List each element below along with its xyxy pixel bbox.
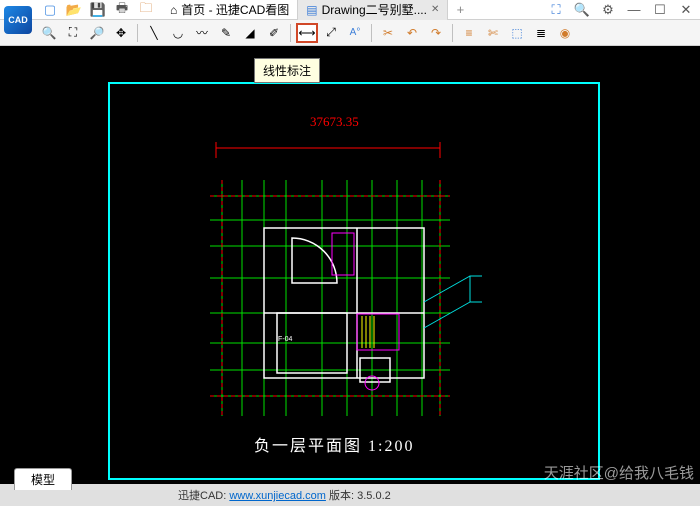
folder-icon[interactable]: 🗀: [138, 2, 154, 18]
watermark: 天涯社区@给我八毛钱: [544, 462, 694, 483]
drawing-canvas[interactable]: 37673.35: [0, 46, 700, 484]
status-text: 迅捷CAD: www.xunjiecad.com 版本: 3.5.0.2: [178, 487, 391, 503]
separator: [137, 24, 138, 42]
status-version: 版本: 3.5.0.2: [326, 490, 391, 502]
svg-text:F-04: F-04: [278, 336, 293, 343]
separator: [452, 24, 453, 42]
undo-icon[interactable]: ↶: [401, 23, 423, 43]
curve-icon[interactable]: 〰: [191, 23, 213, 43]
add-tab-icon[interactable]: +: [452, 2, 468, 18]
redo-icon[interactable]: ↷: [425, 23, 447, 43]
circle-icon[interactable]: ◉: [554, 23, 576, 43]
list-icon[interactable]: ≣: [530, 23, 552, 43]
tab-label: Drawing二号别墅....: [322, 1, 427, 18]
minimize-icon[interactable]: —: [624, 2, 644, 18]
tab-home[interactable]: ⌂ 首页 - 迅捷CAD看图: [162, 0, 298, 20]
trim-icon[interactable]: ✂: [377, 23, 399, 43]
window-controls: ⛶ 🔍 ⚙ — ☐ ✕: [546, 2, 696, 18]
search-icon[interactable]: 🔍: [572, 2, 592, 18]
tooltip: 线性标注: [254, 58, 320, 83]
open-file-icon[interactable]: 📂: [66, 2, 82, 18]
annotation-icon[interactable]: A°: [344, 23, 366, 43]
model-tab[interactable]: 模型: [14, 468, 72, 490]
close-icon[interactable]: ✕: [431, 4, 439, 15]
separator: [290, 24, 291, 42]
dim-linear-icon[interactable]: ⟷: [296, 23, 318, 43]
zoom-in-icon[interactable]: 🔍: [38, 23, 60, 43]
box-icon[interactable]: ⬚: [506, 23, 528, 43]
gear-icon[interactable]: ⚙: [598, 2, 618, 18]
zoom-fit-icon[interactable]: ⛶: [62, 23, 84, 43]
doc-icon: ▤: [306, 3, 317, 17]
eraser-icon[interactable]: ◢: [239, 23, 261, 43]
titlebar-quick-icons: ▢ 📂 💾 🖶 🗀: [42, 2, 154, 18]
dim-align-icon[interactable]: ⤢: [320, 23, 342, 43]
tab-bar: ⌂ 首页 - 迅捷CAD看图 ▤ Drawing二号别墅.... ✕ +: [162, 0, 468, 20]
tab-drawing[interactable]: ▤ Drawing二号别墅.... ✕: [298, 0, 448, 20]
dimension-value: 37673.35: [310, 114, 359, 130]
pan-icon[interactable]: ✥: [110, 23, 132, 43]
titlebar: ▢ 📂 💾 🖶 🗀 ⌂ 首页 - 迅捷CAD看图 ▤ Drawing二号别墅..…: [0, 0, 700, 20]
expand-icon[interactable]: ⛶: [546, 2, 566, 18]
close-window-icon[interactable]: ✕: [676, 2, 696, 18]
new-file-icon[interactable]: ▢: [42, 2, 58, 18]
save-icon[interactable]: 💾: [90, 2, 106, 18]
toolbar: 🔍 ⛶ 🔎 ✥ ╲ ◡ 〰 ✎ ◢ ✐ ⟷ ⤢ A° ✂ ↶ ↷ ≡ ✄ ⬚ ≣…: [0, 20, 700, 46]
clip-icon[interactable]: ✄: [482, 23, 504, 43]
statusbar: 迅捷CAD: www.xunjiecad.com 版本: 3.5.0.2: [0, 484, 700, 506]
app-logo: [4, 6, 32, 34]
layer-icon[interactable]: ≡: [458, 23, 480, 43]
print-icon[interactable]: 🖶: [114, 2, 130, 18]
floor-plan: F-04: [192, 138, 482, 438]
tab-label: 首页 - 迅捷CAD看图: [181, 1, 289, 18]
text-icon[interactable]: ✐: [263, 23, 285, 43]
home-icon: ⌂: [170, 3, 177, 17]
arc-icon[interactable]: ◡: [167, 23, 189, 43]
line-icon[interactable]: ╲: [143, 23, 165, 43]
status-link[interactable]: www.xunjiecad.com: [229, 490, 326, 502]
status-prefix: 迅捷CAD:: [178, 490, 229, 502]
maximize-icon[interactable]: ☐: [650, 2, 670, 18]
separator: [371, 24, 372, 42]
drawing-title: 负一层平面图 1:200: [254, 432, 414, 456]
edit-icon[interactable]: ✎: [215, 23, 237, 43]
zoom-out-icon[interactable]: 🔎: [86, 23, 108, 43]
